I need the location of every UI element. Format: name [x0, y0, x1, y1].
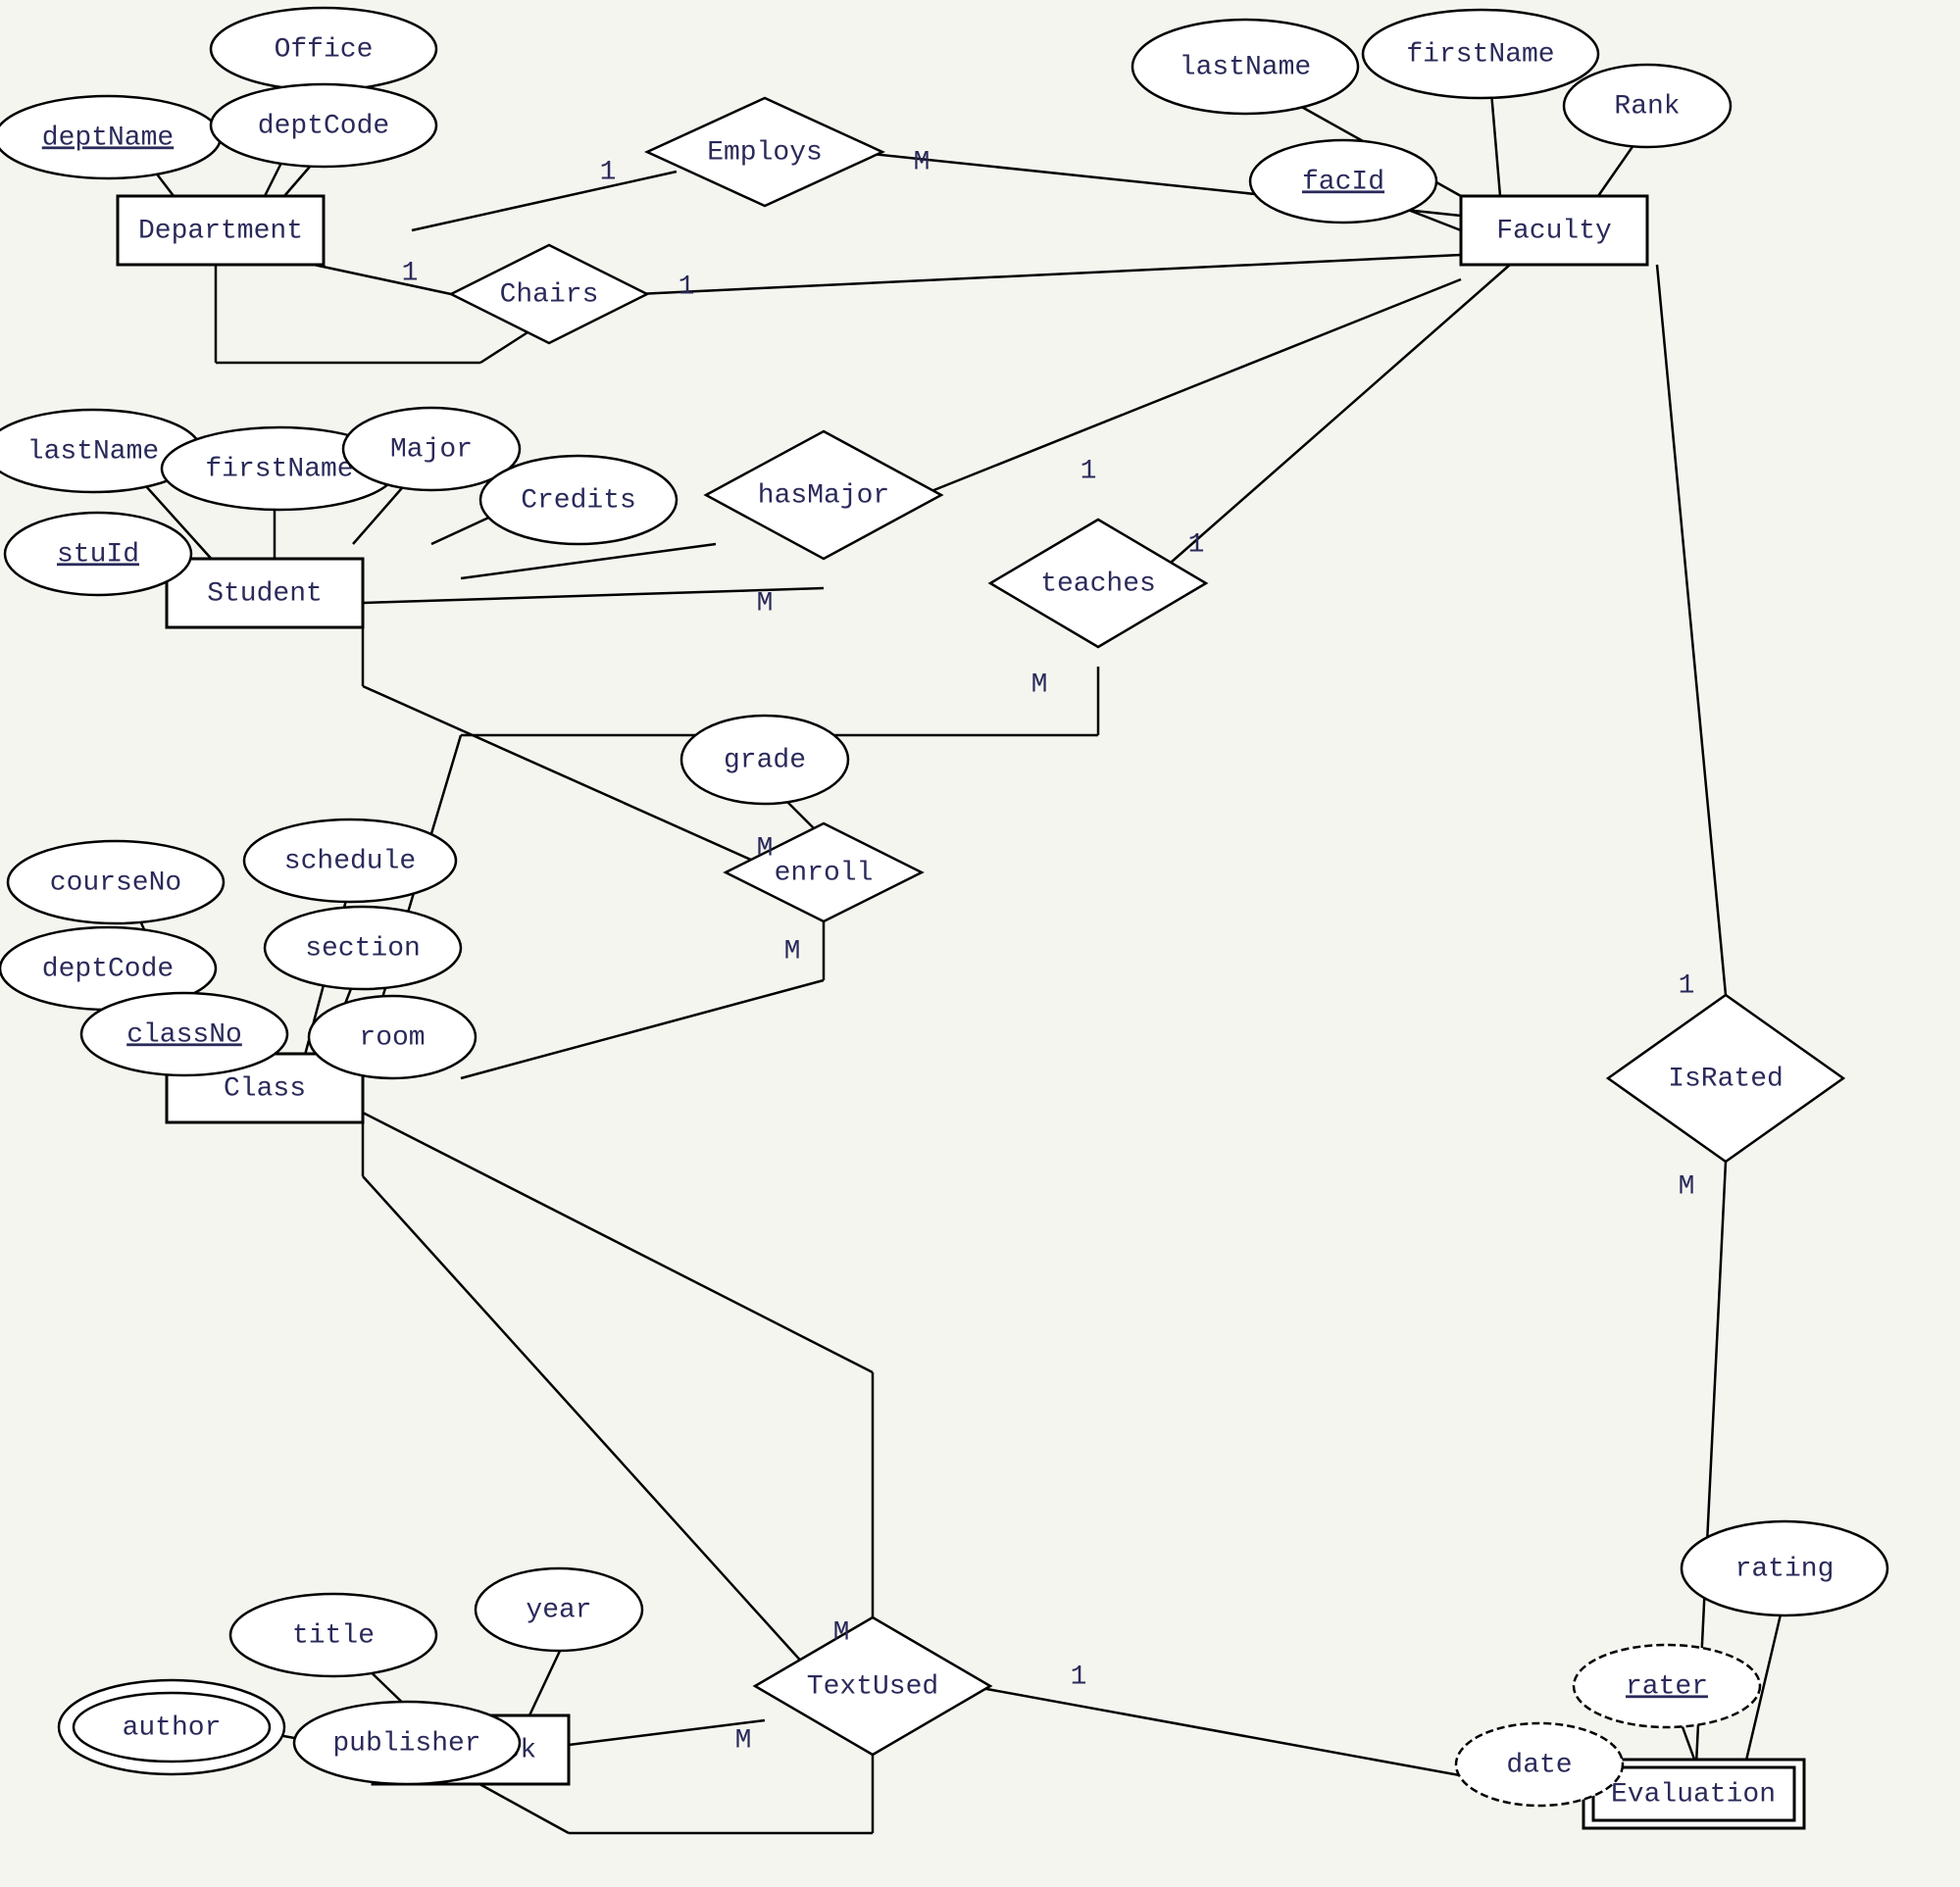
entity-class-label: Class [224, 1073, 306, 1104]
rel-textused-label: TextUsed [807, 1671, 938, 1702]
cardinality-enroll-cls: M [784, 936, 801, 967]
attr-firstname-stu-label: firstName [205, 454, 353, 484]
attr-stuid-label: stuId [57, 539, 139, 570]
cardinality-textused-eval: 1 [1071, 1662, 1087, 1692]
attr-courseno-label: courseNo [50, 868, 181, 898]
attr-grade-label: grade [724, 745, 806, 775]
cardinality-chairs-dept: 1 [402, 258, 419, 288]
cardinality-textused-cls: M [833, 1617, 850, 1648]
attr-rater-label: rater [1626, 1671, 1708, 1702]
attr-major-label: Major [390, 434, 473, 465]
cardinality-employs-1: 1 [600, 157, 617, 187]
cardinality-enroll-stu: M [757, 833, 774, 864]
entity-department-label: Department [138, 216, 303, 246]
attr-deptcode-cls-label: deptCode [42, 954, 174, 984]
cardinality-teaches-1: 1 [1188, 529, 1205, 560]
cardinality-employs-m: M [914, 147, 930, 177]
rel-chairs-label: Chairs [500, 279, 599, 310]
attr-author-label: author [123, 1713, 222, 1743]
cardinality-israted-1: 1 [1679, 970, 1695, 1001]
attr-publisher-label: publisher [332, 1728, 480, 1759]
cardinality-chairs-fac: 1 [678, 272, 695, 302]
attr-section-label: section [305, 933, 421, 964]
entity-evaluation-label: Evaluation [1611, 1779, 1776, 1810]
attr-schedule-label: schedule [284, 846, 416, 876]
cardinality-textused-txt: M [735, 1725, 752, 1756]
attr-office-label: Office [275, 34, 374, 65]
rel-enroll-label: enroll [775, 858, 874, 888]
rel-employs-label: Employs [707, 137, 823, 168]
cardinality-hasmajor-1: 1 [1081, 456, 1097, 486]
rel-israted-label: IsRated [1668, 1064, 1784, 1094]
er-diagram: Department Faculty Student Class Textboo… [0, 0, 1960, 1887]
attr-deptcode-label: deptCode [258, 111, 389, 141]
attr-facid-label: facId [1302, 167, 1384, 197]
rel-hasmajor-label: hasMajor [758, 480, 889, 511]
rel-teaches-label: teaches [1040, 569, 1156, 599]
attr-firstname-fac-label: firstName [1406, 39, 1554, 70]
attr-title-label: title [292, 1620, 375, 1651]
attr-classno-label: classNo [126, 1019, 242, 1050]
cardinality-israted-m: M [1679, 1171, 1695, 1202]
entity-faculty-label: Faculty [1496, 216, 1612, 246]
attr-room-label: room [359, 1022, 425, 1053]
entity-student-label: Student [207, 578, 323, 609]
attr-deptname-label: deptName [42, 123, 174, 153]
attr-lastname-stu-label: lastName [27, 436, 159, 467]
attr-rating-label: rating [1735, 1554, 1834, 1584]
attr-date-label: date [1506, 1750, 1572, 1780]
cardinality-hasmajor-m: M [757, 588, 774, 619]
attr-lastname-fac-label: lastName [1180, 52, 1311, 82]
attr-credits-label: Credits [521, 485, 636, 516]
attr-year-label: year [526, 1595, 591, 1625]
attr-rank-label: Rank [1614, 91, 1680, 122]
cardinality-teaches-m: M [1031, 670, 1048, 700]
